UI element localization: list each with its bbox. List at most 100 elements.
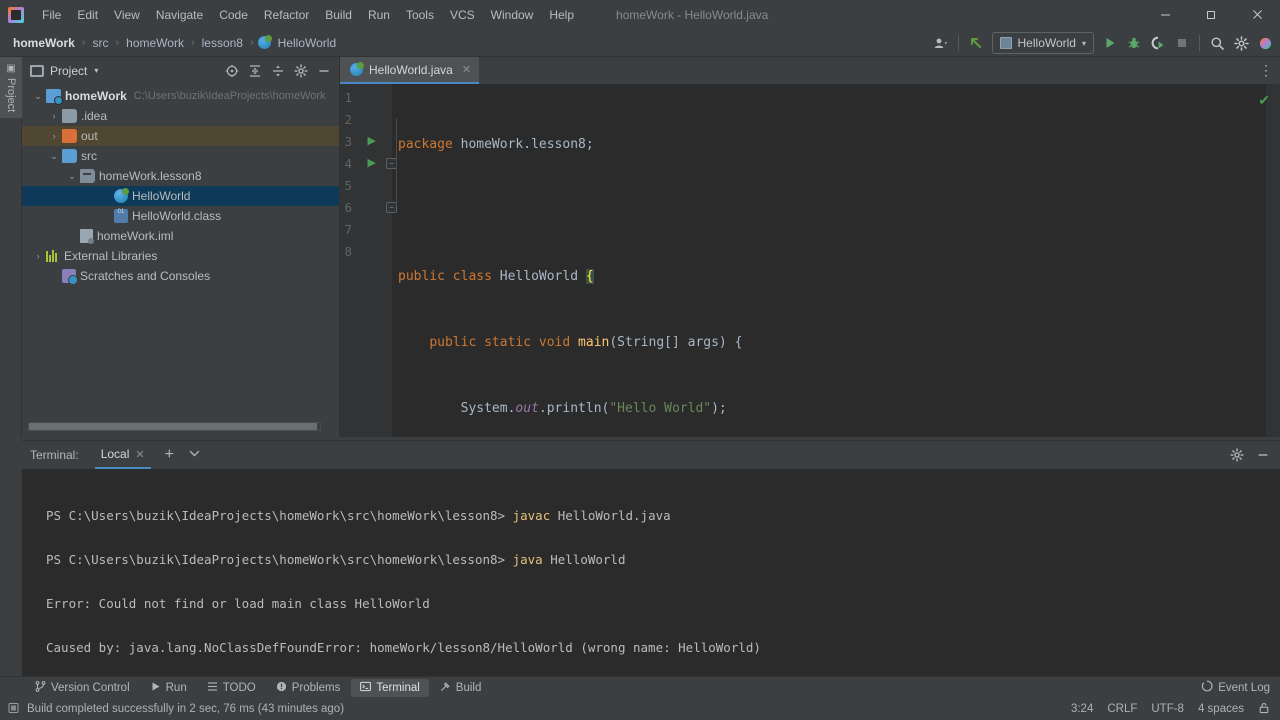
editor-error-stripe[interactable] — [1266, 84, 1280, 437]
terminal-line: Error: Could not find or load main class… — [46, 596, 430, 611]
token-keyword-public: public — [429, 335, 477, 350]
tree-node-homework[interactable]: ⌄ homeWork C:\Users\buzik\IdeaProjects\h… — [22, 86, 339, 106]
sidebar-item-project[interactable]: ▣ Project — [0, 57, 22, 119]
tree-node-helloworld-class[interactable]: 01 HelloWorld.class — [22, 206, 339, 226]
terminal-settings-gear-icon[interactable] — [1226, 444, 1248, 466]
menu-item-run[interactable]: Run — [360, 4, 398, 26]
update-arrow-icon[interactable] — [965, 32, 987, 54]
terminal-command: java — [512, 552, 543, 567]
tool-window-problems[interactable]: Problems — [267, 679, 350, 697]
tree-node-helloworld[interactable]: HelloWorld — [22, 186, 339, 206]
tool-window-terminal[interactable]: Terminal — [351, 678, 429, 697]
menu-item-edit[interactable]: Edit — [69, 4, 106, 26]
menu-item-build[interactable]: Build — [317, 4, 360, 26]
read-write-lock-icon[interactable] — [1258, 702, 1270, 717]
run-with-coverage-icon[interactable] — [1147, 32, 1169, 54]
menu-item-vcs[interactable]: VCS — [442, 4, 483, 26]
terminal-title: Terminal: — [30, 448, 79, 462]
collapse-all-icon[interactable] — [267, 60, 289, 82]
run-play-icon[interactable] — [1099, 32, 1121, 54]
run-configuration-selector[interactable]: HelloWorld ▾ — [991, 32, 1094, 54]
chevron-down-icon[interactable]: ▾ — [94, 66, 98, 75]
breadcrumb-item-helloworld[interactable]: HelloWorld — [275, 34, 339, 52]
close-icon[interactable]: ✕ — [462, 63, 471, 76]
tool-window-version-control[interactable]: Version Control — [26, 679, 139, 697]
code-line-3[interactable]: public class HelloWorld { — [392, 266, 1280, 288]
terminal-hide-icon[interactable] — [1252, 444, 1274, 466]
close-button[interactable] — [1234, 0, 1280, 29]
menu-item-view[interactable]: View — [106, 4, 148, 26]
terminal-tab-local[interactable]: Local ✕ — [94, 441, 151, 469]
maximize-button[interactable] — [1188, 0, 1234, 29]
hide-panel-icon[interactable] — [313, 60, 335, 82]
menu-item-file[interactable]: File — [34, 4, 69, 26]
tool-window-build[interactable]: Build — [431, 679, 491, 697]
project-panel-horizontal-scrollbar[interactable] — [28, 422, 321, 431]
code-line-1[interactable]: package homeWork.lesson8; — [392, 134, 1280, 156]
options-gear-icon[interactable] — [290, 60, 312, 82]
settings-gear-icon[interactable] — [1230, 32, 1252, 54]
run-method-gutter-icon[interactable]: ▶ — [364, 156, 376, 169]
editor-tab-helloworld-java[interactable]: HelloWorld.java ✕ — [340, 57, 480, 84]
tree-node-idea[interactable]: › .idea — [22, 106, 339, 126]
menu-item-navigate[interactable]: Navigate — [148, 4, 211, 26]
debug-bug-icon[interactable] — [1123, 32, 1145, 54]
breadcrumb-separator: › — [249, 36, 254, 49]
chevron-down-icon[interactable] — [188, 447, 201, 463]
editor-options-icon[interactable]: ⋮ — [1259, 57, 1274, 84]
menu-item-help[interactable]: Help — [541, 4, 582, 26]
chevron-right-icon[interactable]: › — [53, 111, 56, 121]
editor-gutter[interactable]: 1 2 3 4 5 6 7 8 ▶ ▶ − − — [340, 84, 397, 437]
chevron-right-icon[interactable]: › — [37, 251, 40, 261]
tree-node-external-libraries[interactable]: › External Libraries — [22, 246, 339, 266]
breadcrumb-item-lesson8[interactable]: lesson8 — [199, 34, 246, 52]
folder-source-icon — [62, 149, 77, 163]
breadcrumb-item-project[interactable]: homeWork — [10, 34, 78, 52]
breadcrumb-item-src[interactable]: src — [89, 34, 111, 52]
chevron-down-icon[interactable]: ⌄ — [68, 171, 76, 182]
inspections-ok-icon[interactable]: ✔ — [1258, 92, 1270, 109]
file-encoding[interactable]: UTF-8 — [1151, 703, 1184, 715]
line-separator[interactable]: CRLF — [1107, 703, 1137, 715]
chevron-down-icon[interactable]: ⌄ — [34, 91, 42, 102]
tool-window-todo[interactable]: TODO — [198, 679, 265, 697]
tree-node-src[interactable]: ⌄ src — [22, 146, 339, 166]
left-strip-lower — [0, 437, 22, 678]
menu-item-code[interactable]: Code — [211, 4, 256, 26]
event-log-button[interactable]: Event Log — [1201, 679, 1280, 697]
minimize-button[interactable] — [1142, 0, 1188, 29]
terminal-args: HelloWorld — [542, 552, 626, 567]
caret-position[interactable]: 3:24 — [1071, 703, 1093, 715]
run-class-gutter-icon[interactable]: ▶ — [364, 134, 376, 147]
tool-window-label: TODO — [222, 681, 256, 694]
menu-item-tools[interactable]: Tools — [398, 4, 442, 26]
tree-node-scratches[interactable]: Scratches and Consoles — [22, 266, 339, 286]
code-line-5[interactable]: System.out.println("Hello World"); — [392, 398, 1280, 420]
indent-setting[interactable]: 4 spaces — [1198, 703, 1244, 715]
tree-node-out[interactable]: › out — [22, 126, 339, 146]
status-message: Build completed successfully in 2 sec, 7… — [27, 703, 345, 715]
editor-tab-bar: HelloWorld.java ✕ ⋮ — [340, 57, 1280, 84]
tool-window-run[interactable]: Run — [141, 679, 196, 697]
code-editor[interactable]: 1 2 3 4 5 6 7 8 ▶ ▶ − − package homeWork… — [340, 84, 1280, 548]
close-icon[interactable]: ✕ — [135, 448, 144, 461]
chevron-right-icon[interactable]: › — [53, 131, 56, 141]
new-terminal-tab-icon[interactable]: + — [165, 446, 174, 464]
select-opened-file-icon[interactable] — [221, 60, 243, 82]
tree-node-label: HelloWorld — [132, 189, 191, 203]
menu-item-refactor[interactable]: Refactor — [256, 4, 317, 26]
chevron-down-icon[interactable]: ⌄ — [50, 151, 58, 162]
user-account-icon[interactable] — [930, 32, 952, 54]
menu-item-window[interactable]: Window — [483, 4, 542, 26]
breadcrumb-item-homework[interactable]: homeWork — [123, 34, 187, 52]
tree-node-iml[interactable]: homeWork.iml — [22, 226, 339, 246]
search-everywhere-icon[interactable] — [1206, 32, 1228, 54]
ai-assistant-icon[interactable] — [1254, 32, 1276, 54]
build-status-icon — [8, 702, 20, 717]
code-line-2[interactable] — [392, 200, 1280, 222]
tree-node-package[interactable]: ⌄ homeWork.lesson8 — [22, 166, 339, 186]
expand-all-icon[interactable] — [244, 60, 266, 82]
stop-square-icon[interactable] — [1171, 32, 1193, 54]
code-line-4[interactable]: public static void main(String[] args) { — [392, 332, 1280, 354]
code-content[interactable]: package homeWork.lesson8; public class H… — [392, 84, 1280, 548]
